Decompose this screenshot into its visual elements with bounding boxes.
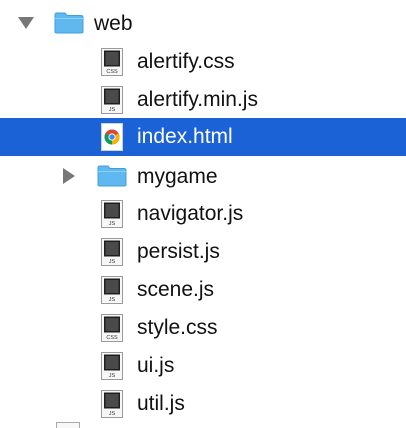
folder-icon [97, 165, 127, 187]
js-file-icon: JS [101, 238, 123, 266]
tree-label-web: web [94, 12, 133, 35]
tree-label-file: scene.js [137, 278, 215, 301]
tree-row-file-selected[interactable]: index.html [0, 118, 406, 156]
js-file-icon: JS [101, 276, 123, 304]
tree-label-file: util.js [137, 392, 185, 415]
tree-row-file[interactable]: JS alertify.min.js [0, 81, 406, 119]
css-file-icon: CSS [101, 314, 123, 342]
tree-row-web[interactable]: web [0, 4, 406, 42]
tree-row-file[interactable]: JS navigator.js [0, 195, 406, 233]
tree-label-file: alertify.min.js [137, 88, 258, 111]
partial-file-icon [56, 422, 80, 428]
tree-label-file: style.css [137, 316, 218, 339]
file-badge: JS [109, 297, 116, 303]
tree-row-file[interactable]: JS scene.js [0, 271, 406, 309]
tree-label-file: index.html [137, 125, 233, 148]
tree-row-file[interactable]: CSS style.css [0, 309, 406, 347]
css-file-icon: CSS [101, 48, 123, 76]
tree-row-file[interactable]: CSS alertify.css [0, 43, 406, 81]
tree-label-file: persist.js [137, 240, 220, 263]
tree-row-file[interactable]: JS persist.js [0, 233, 406, 271]
file-badge: JS [109, 259, 116, 265]
js-file-icon: JS [101, 86, 123, 114]
tree-label-folder: mygame [137, 165, 218, 188]
folder-icon [54, 12, 84, 34]
disclosure-collapsed-icon[interactable] [63, 168, 75, 184]
tree-label-file: ui.js [137, 354, 175, 377]
file-badge: JS [109, 107, 116, 113]
tree-row-file[interactable]: JS ui.js [0, 347, 406, 385]
js-file-icon: JS [101, 390, 123, 418]
file-badge: CSS [106, 69, 118, 75]
file-tree: web CSS alertify.css JS alertify.min.js [0, 0, 406, 428]
tree-label-file: navigator.js [137, 202, 244, 225]
file-badge: JS [109, 221, 116, 227]
chrome-html-file-icon [101, 123, 123, 151]
disclosure-expanded-icon[interactable] [18, 17, 34, 29]
js-file-icon: JS [101, 200, 123, 228]
file-badge: CSS [106, 335, 118, 341]
js-file-icon: JS [101, 352, 123, 380]
tree-row-file[interactable]: JS util.js [0, 385, 406, 423]
tree-label-file: alertify.css [137, 50, 235, 73]
file-badge: JS [109, 373, 116, 379]
tree-row-folder-mygame[interactable]: mygame [0, 157, 406, 195]
file-badge: JS [109, 411, 116, 417]
